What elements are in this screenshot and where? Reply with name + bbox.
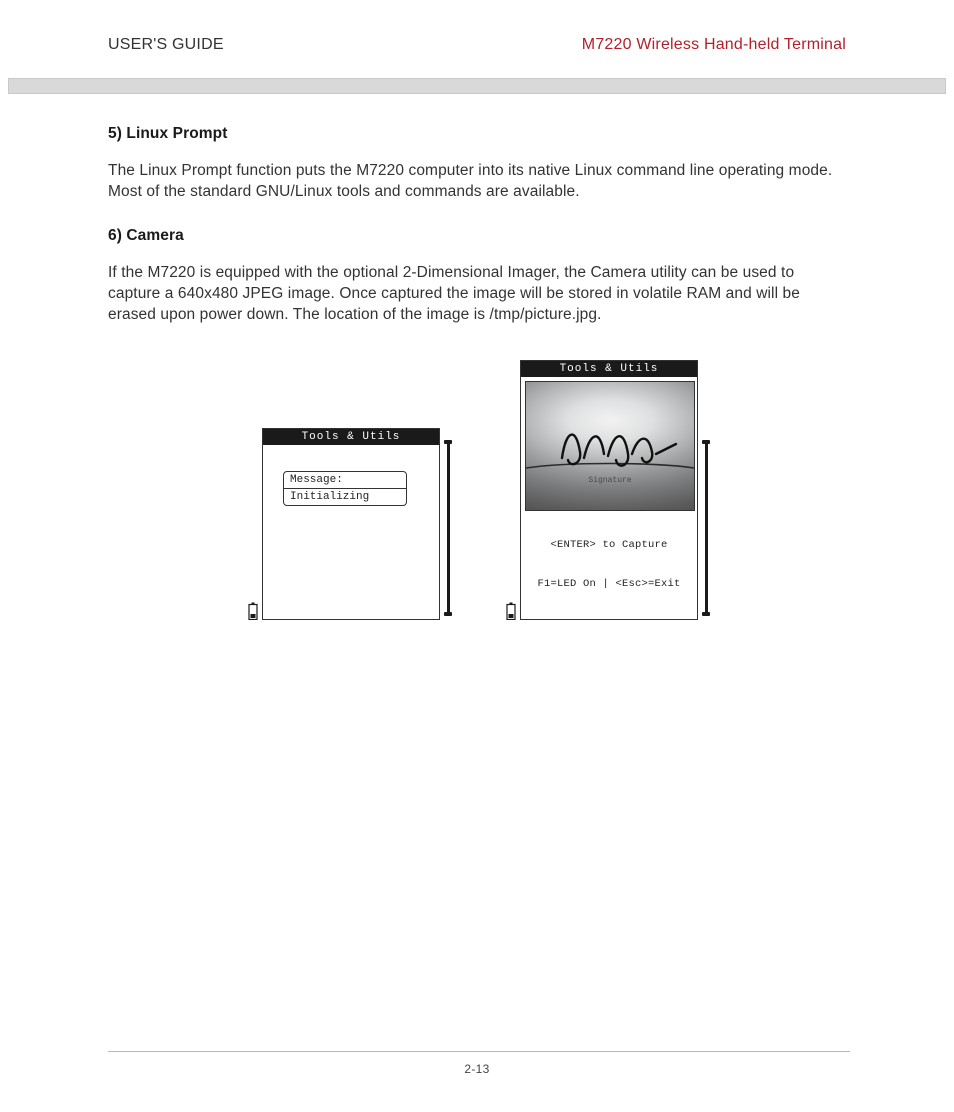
footer-divider (108, 1051, 850, 1052)
device-screen: Tools & Utils Signature (520, 360, 698, 620)
scroll-slider (702, 440, 710, 616)
screen-body: Signature <ENTER> to Capture F1=LED On |… (521, 377, 697, 619)
slider-track (447, 444, 450, 612)
section-body-linux-prompt: The Linux Prompt function puts the M7220… (108, 161, 850, 203)
page-content: 5) Linux Prompt The Linux Prompt functio… (108, 125, 850, 620)
camera-instruction-keys: F1=LED On | <Esc>=Exit (525, 578, 693, 591)
slider-track (705, 444, 708, 612)
message-status: Initializing (284, 489, 406, 505)
device-screen: Tools & Utils Message: Initializing (262, 428, 440, 620)
header-product-title: M7220 Wireless Hand-held Terminal (582, 36, 846, 54)
document-page: USER'S GUIDE M7220 Wireless Hand-held Te… (0, 0, 954, 1112)
section-body-camera: If the M7220 is equipped with the option… (108, 263, 850, 326)
figure-row: Tools & Utils Message: Initializing (108, 360, 850, 620)
slider-cap-bottom (702, 612, 710, 616)
camera-instruction-capture: <ENTER> to Capture (525, 539, 693, 552)
screen-body: Message: Initializing (263, 445, 439, 619)
camera-preview: Signature (525, 381, 695, 511)
section-title-camera: 6) Camera (108, 227, 850, 245)
battery-icon (506, 602, 516, 620)
camera-caption-text: Signature (588, 476, 631, 485)
device-screenshot-camera: Tools & Utils Signature (506, 360, 710, 620)
camera-instructions: <ENTER> to Capture F1=LED On | <Esc>=Exi… (525, 511, 693, 619)
device-screenshot-initializing: Tools & Utils Message: Initializing (248, 360, 452, 620)
scroll-slider (444, 440, 452, 616)
battery-icon (248, 602, 258, 620)
message-dialog: Message: Initializing (283, 471, 407, 506)
header-guide-label: USER'S GUIDE (108, 36, 224, 54)
page-header: USER'S GUIDE M7220 Wireless Hand-held Te… (0, 36, 954, 54)
slider-cap-bottom (444, 612, 452, 616)
page-number: 2-13 (0, 1062, 954, 1076)
header-divider (8, 78, 946, 94)
section-title-linux-prompt: 5) Linux Prompt (108, 125, 850, 143)
screen-titlebar: Tools & Utils (263, 429, 439, 445)
message-label: Message: (284, 472, 406, 489)
screen-titlebar: Tools & Utils (521, 361, 697, 377)
